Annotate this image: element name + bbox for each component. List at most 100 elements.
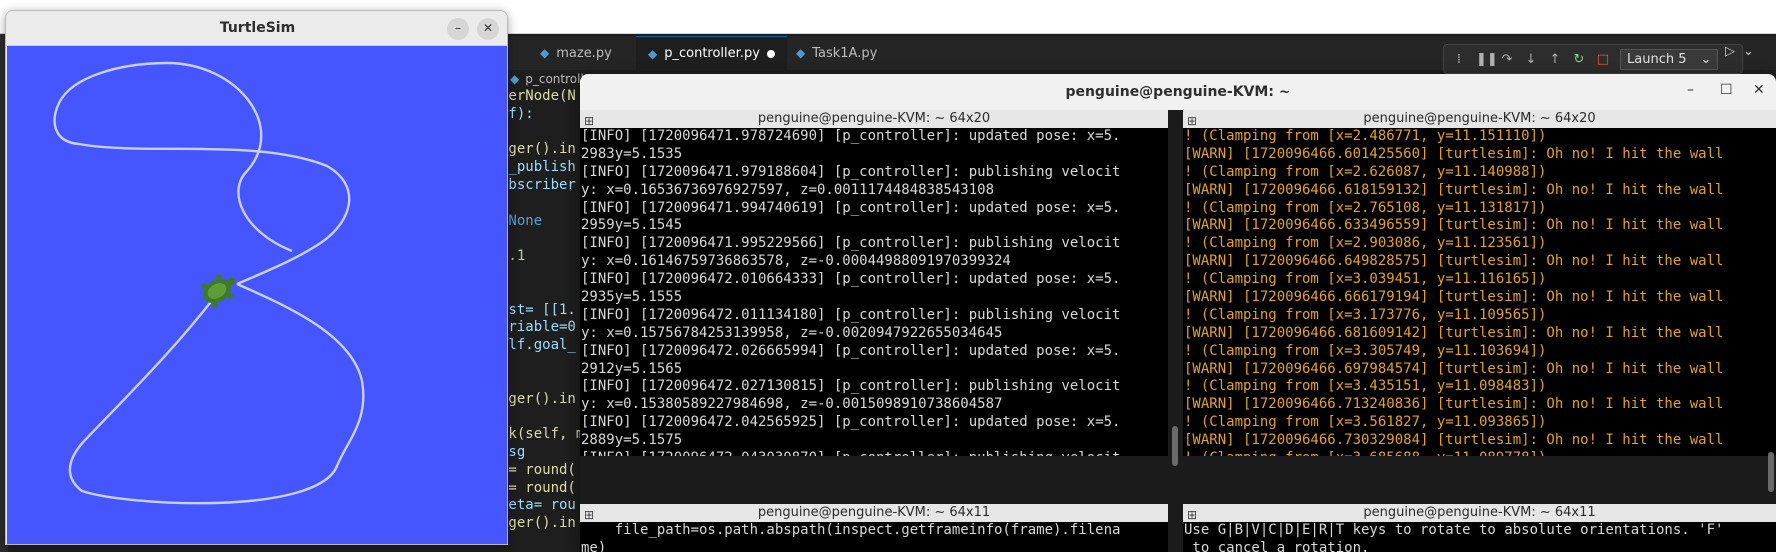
- stop-icon[interactable]: □: [1596, 52, 1610, 67]
- code-line[interactable]: [500, 195, 590, 213]
- minimize-button[interactable]: –: [1687, 82, 1694, 98]
- code-line[interactable]: lf):: [500, 106, 590, 124]
- terminal-line: [WARN] [1720096466.618159132] [turtlesim…: [1184, 181, 1724, 198]
- step-over-icon[interactable]: ↷: [1500, 52, 1514, 67]
- code-line[interactable]: 0.1: [500, 248, 590, 266]
- minimize-button[interactable]: –: [447, 18, 469, 40]
- turtle-trail-canvas: [53, 61, 365, 505]
- terminal-output[interactable]: [INFO] [1720096471.978724690] [p_control…: [580, 128, 1168, 456]
- terminal-line: [WARN] [1720096466.697984574] [turtlesim…: [1184, 360, 1724, 377]
- terminal-line: 2959y=5.1545: [581, 217, 683, 234]
- terminal-line: ! (Clamping from [x=3.685688, y=11.08977…: [1184, 450, 1776, 456]
- terminal-line: [INFO] [1720096471.979188604] [p_control…: [581, 163, 1121, 180]
- code-line[interactable]: ck(self, m: [500, 426, 590, 444]
- code-line[interactable]: [500, 230, 590, 248]
- debug-toolbar: ⁞ ❚❚ ↷ ↓ ↑ ↻ □ Launch 5 ⌄: [1443, 44, 1743, 74]
- terminal-line: ! (Clamping from [x=3.305749, y=11.10369…: [1184, 342, 1547, 359]
- pane-title: penguine@penguine-KVM: ~ 64x11: [757, 505, 991, 520]
- python-file-icon: ◆: [510, 72, 520, 86]
- turtle-icon[interactable]: [197, 268, 242, 310]
- terminal-line: ! (Clamping from [x=3.435151, y=11.09848…: [1184, 378, 1547, 395]
- code-line[interactable]: ist= [[1.: [500, 302, 590, 320]
- terminal-line: [WARN] [1720096466.713240836] [turtlesim…: [1184, 396, 1724, 413]
- scrollbar-top-left[interactable]: [1172, 426, 1178, 466]
- code-line[interactable]: [500, 408, 590, 426]
- desktop: ◆ maze.py ◆ p_controller.py ◆ Task1A.py …: [0, 0, 1776, 552]
- terminal-line: [WARN] [1720096466.681609142] [turtlesim…: [1184, 324, 1724, 341]
- code-line[interactable]: = round(: [500, 480, 590, 498]
- code-line[interactable]: heta= rou: [500, 497, 590, 515]
- close-button[interactable]: ✕: [1753, 82, 1765, 98]
- turtlesim-window: TurtleSim – ✕: [5, 10, 508, 545]
- code-line[interactable]: 5: [500, 266, 590, 284]
- code-line[interactable]: l_publish: [500, 159, 590, 177]
- terminal-line: [INFO] [1720096472.027130815] [p_control…: [581, 378, 1121, 395]
- tab-label: Task1A.py: [812, 45, 878, 61]
- terminal-line: [INFO] [1720096471.994740619] [p_control…: [581, 199, 1121, 216]
- code-line[interactable]: gger().in: [500, 515, 590, 533]
- step-into-icon[interactable]: ↓: [1524, 52, 1538, 67]
- terminal-output[interactable]: Use G|B|V|C|D|E|R|T keys to rotate to ab…: [1183, 522, 1776, 552]
- turtle-canvas[interactable]: [7, 46, 507, 544]
- code-line[interactable]: ubscriber: [500, 177, 590, 195]
- unsaved-dot-icon[interactable]: [766, 49, 775, 58]
- tab-task1a-py[interactable]: ◆ Task1A.py: [784, 36, 889, 70]
- tab-p-controller-py[interactable]: ◆ p_controller.py: [636, 36, 787, 70]
- terminal-line: [INFO] [1720096472.011134180] [p_control…: [581, 306, 1121, 323]
- code-line[interactable]: gger().in: [500, 391, 590, 409]
- launch-config-select[interactable]: Launch 5 ⌄: [1620, 48, 1719, 70]
- chevron-down-icon: ⌄: [1700, 51, 1712, 67]
- tab-label: p_controller.py: [664, 46, 760, 61]
- terminal-pane-top-right[interactable]: ⊞ penguine@penguine-KVM: ~ 64x20 ! (Clam…: [1183, 110, 1776, 456]
- editor-actions: ▷ ⌄: [1725, 44, 1754, 59]
- pane-title: penguine@penguine-KVM: ~ 64x20: [1363, 111, 1596, 126]
- terminal-line: [WARN] [1720096466.649828575] [turtlesim…: [1184, 253, 1724, 270]
- tab-maze-py[interactable]: ◆ maze.py: [528, 36, 624, 70]
- terminal-line: ! (Clamping from [x=2.486771, y=11.15111…: [1184, 128, 1547, 144]
- terminal-line: [INFO] [1720096471.978724690] [p_control…: [581, 128, 1121, 144]
- terminal-pane-bottom-left[interactable]: ⊞ penguine@penguine-KVM: ~ 64x11 file_pa…: [580, 504, 1168, 552]
- code-text[interactable]: lerNode(N lf): gger().in l_publish ubscriber…: [500, 88, 590, 533]
- code-line[interactable]: elf.goal_: [500, 337, 590, 355]
- code-line[interactable]: [500, 373, 590, 391]
- pause-icon[interactable]: ❚❚: [1476, 52, 1498, 67]
- close-button[interactable]: ✕: [477, 18, 499, 40]
- step-out-icon[interactable]: ↑: [1548, 52, 1562, 67]
- run-icon[interactable]: ▷: [1725, 44, 1735, 59]
- terminal-output[interactable]: file_path=os.path.abspath(inspect.getfra…: [580, 522, 1168, 552]
- terminal-line: [WARN] [1720096466.633496559] [turtlesim…: [1184, 217, 1724, 234]
- terminal-line: Use G|B|V|C|D|E|R|T keys to rotate to ab…: [1184, 522, 1724, 538]
- code-line[interactable]: None: [500, 213, 590, 231]
- drag-handle-icon[interactable]: ⁞: [1452, 52, 1466, 67]
- code-line[interactable]: 0: [500, 284, 590, 302]
- pane-title: penguine@penguine-KVM: ~ 64x20: [757, 111, 991, 126]
- pane-header: ⊞ penguine@penguine-KVM: ~ 64x20: [580, 110, 1168, 128]
- terminal-line: 2912y=5.1565: [581, 360, 683, 377]
- terminal-line: y: x=0.15380589227984698, z=-0.001509891…: [581, 396, 1003, 413]
- code-line[interactable]: msg: [500, 444, 590, 462]
- terminal-pane-bottom-right[interactable]: ⊞ penguine@penguine-KVM: ~ 64x11 Use G|B…: [1183, 504, 1776, 552]
- code-line[interactable]: gger().in: [500, 141, 590, 159]
- code-line[interactable]: [500, 355, 590, 373]
- code-line[interactable]: lerNode(N: [500, 88, 590, 106]
- terminal-line: 2983y=5.1535: [581, 145, 683, 162]
- breadcrumb-file[interactable]: p_controll: [525, 72, 584, 86]
- code-line[interactable]: ariable=0: [500, 319, 590, 337]
- terminal-line: y: x=0.16146759736863578, z=-0.000449880…: [581, 253, 1011, 270]
- pane-header: ⊞ penguine@penguine-KVM: ~ 64x20: [1183, 110, 1776, 128]
- terminal-output[interactable]: ! (Clamping from [x=2.486771, y=11.15111…: [1183, 128, 1776, 456]
- scrollbar-top-right[interactable]: [1768, 452, 1774, 492]
- launch-config-label: Launch 5: [1627, 51, 1687, 67]
- terminal-line: ! (Clamping from [x=2.626087, y=11.14098…: [1184, 163, 1547, 180]
- maximize-button[interactable]: ☐: [1720, 82, 1733, 98]
- chevron-down-icon[interactable]: ⌄: [1743, 44, 1754, 59]
- code-line[interactable]: [500, 124, 590, 142]
- pane-header: ⊞ penguine@penguine-KVM: ~ 64x11: [580, 504, 1168, 522]
- terminal-line: [INFO] [1720096472.026665994] [p_control…: [581, 342, 1121, 359]
- terminal-line: [INFO] [1720096472.043030870] [p_control…: [581, 450, 1168, 456]
- terminal-line: to cancel a rotation.: [1184, 539, 1370, 552]
- pane-header: ⊞ penguine@penguine-KVM: ~ 64x11: [1183, 504, 1776, 522]
- terminal-pane-top-left[interactable]: ⊞ penguine@penguine-KVM: ~ 64x20 [INFO] …: [580, 110, 1168, 456]
- restart-icon[interactable]: ↻: [1572, 52, 1586, 67]
- code-line[interactable]: = round(: [500, 462, 590, 480]
